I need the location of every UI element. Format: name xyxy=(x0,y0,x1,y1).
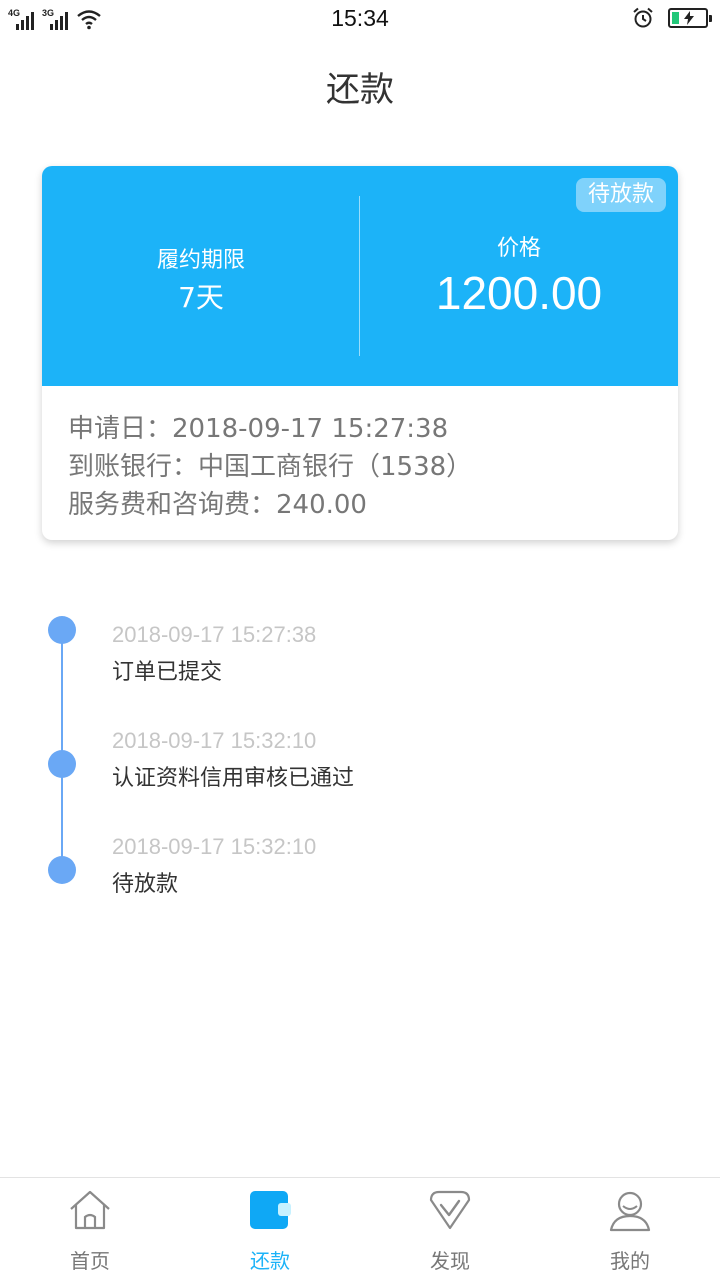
order-timeline: 2018-09-17 15:27:38 订单已提交 2018-09-17 15:… xyxy=(0,600,720,900)
battery-icon xyxy=(668,8,712,28)
home-icon xyxy=(70,1190,110,1230)
nav-item-home[interactable]: 首页 xyxy=(0,1178,180,1280)
nav-label: 还款 xyxy=(250,1249,290,1273)
loan-card-header: 待放款 履约期限 7天 价格 1200.00 xyxy=(42,166,678,386)
nav-item-discover[interactable]: 发现 xyxy=(360,1178,540,1280)
timeline-text: 订单已提交 xyxy=(112,660,223,685)
term-label: 履约期限 xyxy=(156,248,245,273)
status-badge: 待放款 xyxy=(575,178,666,212)
status-bar: 4G 3G 15:34 xyxy=(0,0,720,38)
timeline-text: 认证资料信用审核已通过 xyxy=(112,766,355,791)
page-title: 还款 xyxy=(326,70,394,110)
apply-date: 申请日：2018-09-17 15:27:38 xyxy=(68,414,449,444)
nav-label: 首页 xyxy=(70,1249,110,1273)
discover-icon xyxy=(429,1190,471,1230)
price-value: 1200.00 xyxy=(435,267,603,319)
user-icon xyxy=(609,1191,651,1232)
timeline-time: 2018-09-17 15:32:10 xyxy=(112,834,317,859)
timeline-dot xyxy=(48,616,76,644)
receiving-bank: 到账银行：中国工商银行（1538） xyxy=(68,452,473,482)
service-fee: 服务费和咨询费：240.00 xyxy=(68,490,367,520)
status-right xyxy=(632,7,712,29)
price-label: 价格 xyxy=(496,236,541,261)
timeline-time: 2018-09-17 15:27:38 xyxy=(112,622,317,647)
status-time: 15:34 xyxy=(331,5,389,31)
loan-card-details: 申请日：2018-09-17 15:27:38 到账银行：中国工商银行（1538… xyxy=(42,386,678,524)
timeline-dot xyxy=(48,750,76,778)
term-value: 7天 xyxy=(178,281,224,314)
loan-card: 待放款 履约期限 7天 价格 1200.00 申请日：2018-09-17 15… xyxy=(42,166,678,540)
timeline-text: 待放款 xyxy=(112,872,179,897)
bottom-nav: 首页 还款 发现 我的 xyxy=(0,1177,720,1280)
timeline-dot xyxy=(48,856,76,884)
nav-label: 发现 xyxy=(430,1249,470,1273)
alarm-icon xyxy=(633,7,653,28)
nav-item-repay[interactable]: 还款 xyxy=(180,1178,360,1280)
wallet-icon xyxy=(250,1191,291,1229)
nav-item-mine[interactable]: 我的 xyxy=(540,1178,720,1280)
timeline-time: 2018-09-17 15:32:10 xyxy=(112,728,317,753)
nav-label: 我的 xyxy=(610,1249,650,1273)
